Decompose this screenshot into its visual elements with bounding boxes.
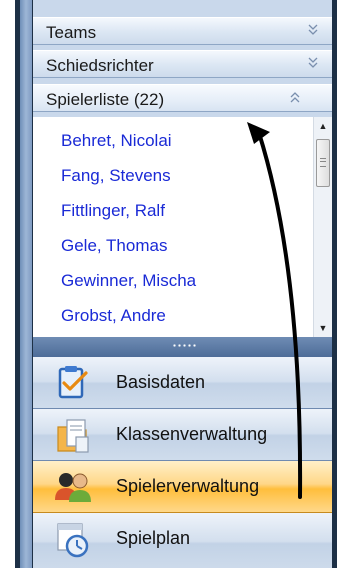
clipboard-check-icon: [58, 366, 88, 399]
users-icon: [55, 473, 91, 502]
navigation-panel: Teams Schiedsrichter Spielerliste (22) B…: [33, 0, 332, 568]
player-list-item[interactable]: Grobst, Andre: [61, 306, 166, 326]
scroll-down-arrow-icon[interactable]: ▼: [314, 319, 332, 337]
nav-button-basisdaten[interactable]: Basisdaten: [33, 357, 332, 409]
player-list[interactable]: Behret, Nicolai Fang, Stevens Fittlinger…: [33, 117, 332, 337]
folder-document-icon: [57, 419, 89, 453]
section-header-schiedsrichter[interactable]: Schiedsrichter: [33, 50, 332, 78]
section-header-spielerliste[interactable]: Spielerliste (22): [33, 84, 332, 112]
scrollbar-thumb[interactable]: [316, 139, 330, 187]
nav-button-spielplan[interactable]: Spielplan: [33, 513, 332, 568]
section-header-teams[interactable]: Teams: [33, 17, 332, 45]
section-header-label: Spielerliste (22): [46, 90, 165, 109]
nav-button-spielerverwaltung[interactable]: Spielerverwaltung: [33, 461, 332, 513]
player-list-item[interactable]: Fittlinger, Ralf: [61, 201, 165, 221]
calendar-clock-icon: [57, 523, 89, 558]
chevron-double-up-icon[interactable]: [288, 88, 302, 108]
nav-button-label: Basisdaten: [116, 372, 206, 392]
nav-button-label: Klassenverwaltung: [116, 424, 268, 444]
player-list-item[interactable]: Gewinner, Mischa: [61, 271, 196, 291]
chevron-double-down-icon[interactable]: [306, 21, 320, 41]
nav-button-label: Spielplan: [116, 528, 191, 548]
player-list-item[interactable]: Behret, Nicolai: [61, 131, 172, 151]
nav-button-klassenverwaltung[interactable]: Klassenverwaltung: [33, 409, 332, 461]
left-gutter: [20, 0, 32, 568]
player-list-item[interactable]: Gele, Thomas: [61, 236, 167, 256]
chevron-double-down-icon[interactable]: [306, 54, 320, 74]
nav-button-label: Spielerverwaltung: [116, 476, 260, 496]
section-header-label: Schiedsrichter: [46, 56, 154, 75]
scroll-up-arrow-icon[interactable]: ▲: [314, 117, 332, 135]
splitter-grip-icon[interactable]: [172, 344, 198, 347]
panel-splitter[interactable]: [33, 337, 332, 357]
player-list-scrollbar[interactable]: ▲ ▼: [313, 117, 332, 337]
player-list-item[interactable]: Fang, Stevens: [61, 166, 171, 186]
section-header-label: Teams: [46, 23, 97, 42]
